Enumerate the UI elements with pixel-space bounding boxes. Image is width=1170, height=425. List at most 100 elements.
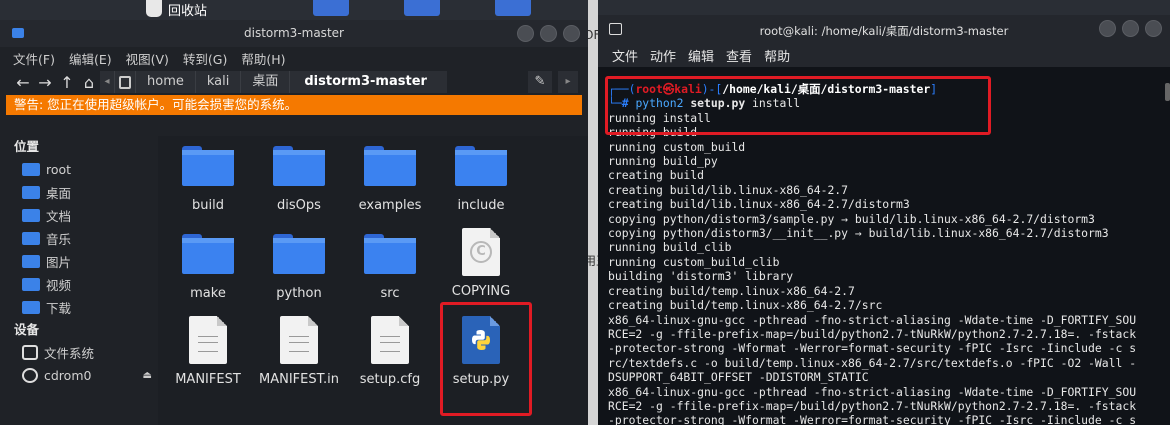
terminal-window: root@kali: /home/kali/桌面/distorm3-master… <box>598 15 1170 425</box>
menu-help[interactable]: 帮助 <box>764 46 790 65</box>
terminal-line: x86_64-linux-gnu-gcc -pthread -fno-stric… <box>608 312 1137 327</box>
menu-go[interactable]: 转到(G) <box>183 49 227 68</box>
trash-label[interactable]: 回收站 <box>168 0 207 19</box>
desktop-folder-icon[interactable] <box>404 0 440 16</box>
background-window-edge <box>588 0 598 425</box>
trash-icon[interactable] <box>146 0 162 17</box>
terminal-line: x86_64-linux-gnu-gcc -pthread -fno-stric… <box>608 384 1137 399</box>
menu-view[interactable]: 查看 <box>726 46 752 65</box>
up-arrow-icon[interactable]: ↑ <box>56 73 78 92</box>
file-label: build <box>192 198 224 213</box>
close-button[interactable] <box>563 25 580 42</box>
file-grid: build disOps examples include make pytho… <box>158 136 588 425</box>
file-item[interactable]: python <box>254 234 344 301</box>
sidebar-label: 图片 <box>46 255 72 270</box>
terminal-line: running build_clib <box>608 240 732 255</box>
sidebar-item-filesystem[interactable]: 文件系统 <box>0 341 158 364</box>
sidebar-label: 音乐 <box>46 232 72 247</box>
sidebar-label: 文档 <box>46 209 72 224</box>
window-title: distorm3-master <box>244 26 344 40</box>
folder-icon <box>364 146 416 186</box>
copyright-file-icon: C <box>462 228 500 276</box>
file-item[interactable]: disOps <box>254 146 344 213</box>
sidebar-item-documents[interactable]: 文档 <box>0 204 158 227</box>
maximize-button[interactable] <box>1122 20 1139 37</box>
terminal-lines: running install running build running cu… <box>608 111 1136 425</box>
menu-edit[interactable]: 编辑 <box>688 46 714 65</box>
terminal-line: RCE=2 -g -ffile-prefix-map=/build/python… <box>608 326 1137 341</box>
eject-icon[interactable]: ⏏ <box>143 370 152 381</box>
highlight-box <box>605 76 991 135</box>
devices-header: 设备 <box>14 322 40 337</box>
desktop-folder-icon[interactable] <box>313 0 349 16</box>
sidebar-item-music[interactable]: 音乐 <box>0 227 158 250</box>
file-label: MANIFEST.in <box>259 372 339 387</box>
file-item[interactable]: setup.cfg <box>345 316 435 387</box>
maximize-button[interactable] <box>540 25 557 42</box>
terminal-menu-bar: 文件 动作 编辑 查看 帮助 <box>598 43 1170 67</box>
terminal-line: running custom_build <box>608 139 746 154</box>
desktop-folder-icon[interactable] <box>495 0 531 16</box>
text-file-icon <box>280 316 318 364</box>
breadcrumb-home[interactable]: home <box>135 71 195 93</box>
menu-actions[interactable]: 动作 <box>650 46 676 65</box>
folder-icon <box>364 234 416 274</box>
sidebar-item-videos[interactable]: 视频 <box>0 273 158 296</box>
breadcrumb-current[interactable]: distorm3-master <box>289 71 447 93</box>
scroll-left-icon[interactable]: ◂ <box>100 71 114 93</box>
menu-help[interactable]: 帮助(H) <box>241 49 285 68</box>
downloads-icon <box>22 301 40 314</box>
sidebar-item-pictures[interactable]: 图片 <box>0 250 158 273</box>
folder-icon <box>182 146 234 186</box>
sidebar-label: root <box>46 162 72 177</box>
file-label: make <box>190 286 226 301</box>
file-item[interactable]: src <box>345 234 435 301</box>
file-label: setup.cfg <box>359 372 421 387</box>
terminal-line: creating build/lib.linux-x86_64-2.7 <box>608 182 849 197</box>
terminal-line: creating build <box>608 168 705 183</box>
terminal-line: creating build/temp.linux-x86_64-2.7/src <box>608 298 883 313</box>
file-item[interactable]: C COPYING <box>436 228 526 299</box>
forward-arrow-icon[interactable]: → <box>34 73 56 92</box>
file-manager-window: distorm3-master 文件(F) 编辑(E) 视图(V) 转到(G) … <box>0 20 588 425</box>
terminal-scrollbar[interactable] <box>1165 83 1170 101</box>
highlight-box <box>440 302 532 416</box>
file-label: python <box>276 286 322 301</box>
file-label: src <box>380 286 400 301</box>
close-button[interactable] <box>1145 20 1162 37</box>
terminal-title-bar[interactable]: root@kali: /home/kali/桌面/distorm3-master <box>598 15 1170 43</box>
sidebar-label: 桌面 <box>46 186 72 201</box>
scroll-right-icon[interactable]: ▸ <box>558 71 578 93</box>
file-item[interactable]: include <box>436 146 526 213</box>
home-icon[interactable]: ⌂ <box>78 73 100 92</box>
desktop-icon <box>22 186 40 199</box>
file-label: include <box>457 198 505 213</box>
sidebar-item-downloads[interactable]: 下载 <box>0 296 158 319</box>
menu-view[interactable]: 视图(V) <box>126 49 169 68</box>
sidebar-item-cdrom[interactable]: cdrom0 ⏏ <box>0 364 158 387</box>
menu-file[interactable]: 文件 <box>612 46 638 65</box>
videos-icon <box>22 278 40 291</box>
terminal-line: RCE=2 -g -ffile-prefix-map=/build/python… <box>608 398 1137 413</box>
menu-file[interactable]: 文件(F) <box>13 49 55 68</box>
filesystem-icon <box>22 345 38 360</box>
edit-path-icon[interactable]: ✎ <box>528 71 552 93</box>
file-item[interactable]: MANIFEST <box>163 316 253 387</box>
terminal-line: running custom_build_clib <box>608 254 780 269</box>
menu-edit[interactable]: 编辑(E) <box>69 49 112 68</box>
location-toggle-icon[interactable] <box>114 71 135 93</box>
file-item[interactable]: make <box>163 234 253 301</box>
minimize-button[interactable] <box>517 25 534 42</box>
file-item[interactable]: MANIFEST.in <box>254 316 344 387</box>
breadcrumb-kali[interactable]: kali <box>194 71 241 93</box>
title-bar[interactable]: distorm3-master <box>0 20 588 47</box>
terminal-line: -protector-strong -Wformat -Werror=forma… <box>608 341 1137 356</box>
file-item[interactable]: build <box>163 146 253 213</box>
minimize-button[interactable] <box>1099 20 1116 37</box>
breadcrumb-desktop[interactable]: 桌面 <box>240 71 290 93</box>
file-item[interactable]: examples <box>345 146 435 213</box>
back-arrow-icon[interactable]: ← <box>12 73 34 92</box>
sidebar-item-root[interactable]: root <box>0 158 158 181</box>
file-label: examples <box>358 198 422 213</box>
sidebar-item-desktop[interactable]: 桌面 <box>0 181 158 204</box>
